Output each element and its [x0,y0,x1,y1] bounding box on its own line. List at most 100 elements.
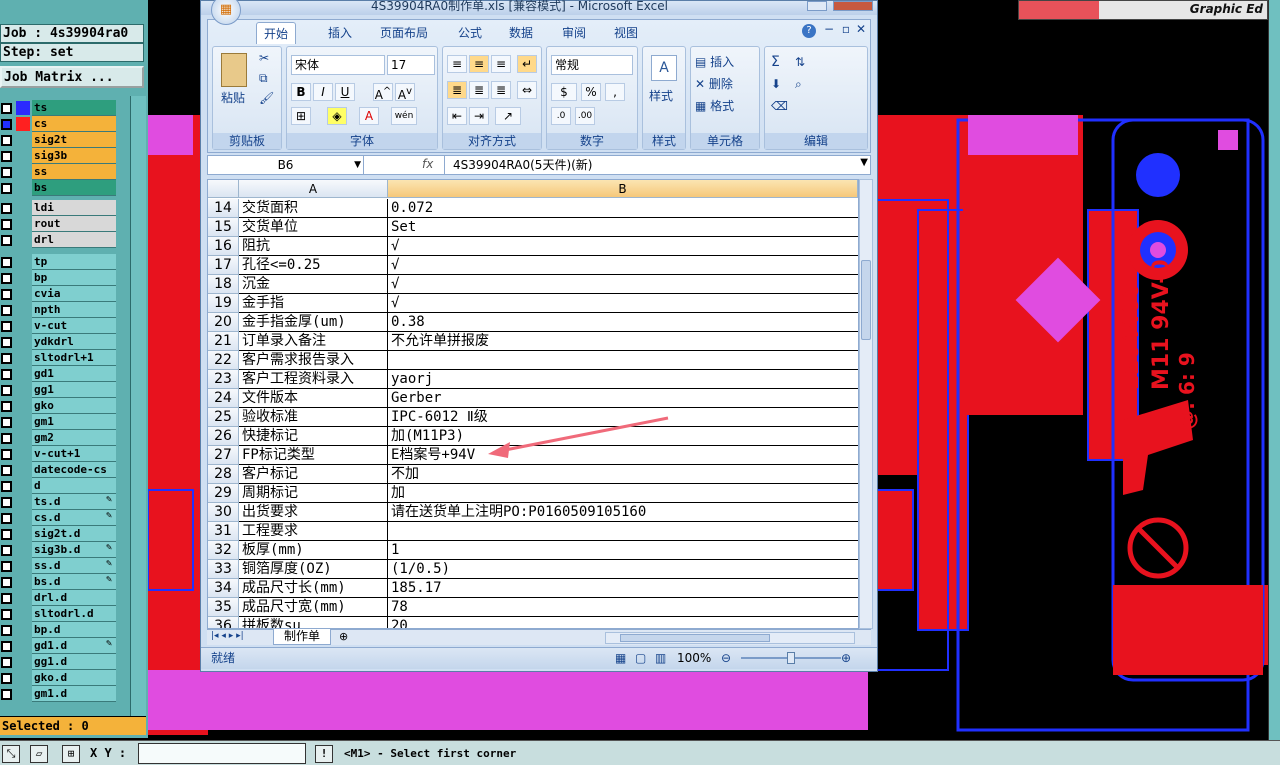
layer-checkbox[interactable] [1,625,12,636]
layer-color-swatch[interactable] [16,149,30,163]
cell-a[interactable]: 周期标记 [239,484,388,503]
cell-a[interactable]: 客户工程资料录入 [239,370,388,389]
percent-icon[interactable]: % [581,83,601,101]
layer-color-swatch[interactable] [16,399,30,413]
ribbon-close-icon[interactable]: ✕ [856,22,866,36]
layer-color-swatch[interactable] [16,607,30,621]
row-number[interactable]: 15 [208,218,239,237]
find-select-icon[interactable]: ⌕ [795,75,802,93]
row-number[interactable]: 18 [208,275,239,294]
ribbon-tab[interactable]: 视图 [604,22,648,44]
cell-b[interactable]: (1/0.5) [388,560,858,579]
layer-row-sltodrl-1[interactable]: sltodrl+1 [0,350,146,366]
layer-row-ss[interactable]: ss [0,164,146,180]
row-number[interactable]: 14 [208,199,239,218]
layer-row-rout[interactable]: rout [0,216,146,232]
layer-color-swatch[interactable] [16,639,30,653]
layer-checkbox[interactable] [1,481,12,492]
cell-b[interactable]: 不加 [388,465,858,484]
ribbon-tab[interactable]: 审阅 [552,22,596,44]
number-format-combo[interactable]: 常规 [551,55,633,75]
normal-view-icon[interactable]: ▦ [615,648,626,668]
grid-tool-icon[interactable]: ⊞ [62,745,80,763]
cell-a[interactable]: 交货面积 [239,199,388,218]
minimize-button[interactable] [807,1,827,11]
fx-icon[interactable]: fx [422,157,433,171]
cell-b[interactable]: 0.072 [388,199,858,218]
row-number[interactable]: 16 [208,237,239,256]
zoom-slider[interactable] [741,652,841,664]
layer-color-swatch[interactable] [16,319,30,333]
cell-b[interactable]: 1 [388,541,858,560]
cell-a[interactable]: 交货单位 [239,218,388,237]
sort-filter-icon[interactable]: ⇅ [795,53,805,71]
select-all-corner[interactable] [208,180,239,198]
layer-checkbox[interactable] [1,657,12,668]
row-number[interactable]: 17 [208,256,239,275]
layer-row-gd1-d[interactable]: gd1.d ✎ [0,638,146,654]
layer-row-gm1-d[interactable]: gm1.d [0,686,146,702]
ribbon-tab[interactable]: 插入 [318,22,362,44]
job-matrix-button[interactable]: Job Matrix ... [0,66,144,88]
help-icon[interactable]: ? [802,24,816,38]
layer-checkbox[interactable] [1,609,12,620]
layer-checkbox[interactable] [1,273,12,284]
align-center-icon[interactable]: ≣ [469,81,489,99]
cell-b[interactable]: Gerber [388,389,858,408]
zoom-level[interactable]: 100% [677,648,711,668]
layer-list-scrollbar[interactable] [130,96,146,716]
layer-row-gd1[interactable]: gd1 [0,366,146,382]
layer-checkbox[interactable] [1,449,12,460]
format-painter-icon[interactable]: 🖌 [259,89,274,107]
layer-row-npth[interactable]: npth [0,302,146,318]
cell-b[interactable]: Set [388,218,858,237]
layer-color-swatch[interactable] [16,117,30,131]
cell-b[interactable]: 20 [388,617,858,628]
cell-a[interactable]: 出货要求 [239,503,388,522]
fill-icon[interactable]: ⬇ [771,75,781,93]
row-number[interactable]: 24 [208,389,239,408]
cell-b[interactable]: √ [388,237,858,256]
cell-b[interactable]: 不允许单拼报废 [388,332,858,351]
cell-b[interactable]: 78 [388,598,858,617]
layer-checkbox[interactable] [1,203,12,214]
layer-color-swatch[interactable] [16,335,30,349]
sheet-scroll-thumb[interactable] [861,260,871,340]
cell-b[interactable]: √ [388,256,858,275]
row-number[interactable]: 27 [208,446,239,465]
clear-icon[interactable]: ⌫ [771,97,788,115]
layer-row-ldi[interactable]: ldi [0,200,146,216]
cell-b[interactable]: 0.38 [388,313,858,332]
layer-row-ss-d[interactable]: ss.d ✎ [0,558,146,574]
decrease-decimal-icon[interactable]: .00 [575,107,595,125]
cell-a[interactable]: 阻抗 [239,237,388,256]
row-number[interactable]: 19 [208,294,239,313]
layer-color-swatch[interactable] [16,447,30,461]
insert-sheet-icon[interactable]: ⊕ [339,630,348,643]
layer-color-swatch[interactable] [16,383,30,397]
measure-tool-icon[interactable]: ▱ [30,745,48,763]
layer-color-swatch[interactable] [16,559,30,573]
copy-icon[interactable]: ⧉ [259,69,268,87]
row-number[interactable]: 36 [208,617,239,628]
layer-checkbox[interactable] [1,103,12,114]
row-number[interactable]: 34 [208,579,239,598]
styles-icon[interactable]: A [651,55,677,81]
layer-row-v-cut[interactable]: v-cut [0,318,146,334]
row-number[interactable]: 31 [208,522,239,541]
formula-input[interactable]: 4S39904RA0(5天件)(新) [444,156,854,174]
layer-checkbox[interactable] [1,401,12,412]
layer-checkbox[interactable] [1,305,12,316]
layer-checkbox[interactable] [1,497,12,508]
phonetic-icon[interactable]: wén [391,107,417,125]
ribbon-tab[interactable]: 数据 [498,22,544,44]
layer-color-swatch[interactable] [16,101,30,115]
layer-color-swatch[interactable] [16,623,30,637]
layer-color-swatch[interactable] [16,463,30,477]
layer-color-swatch[interactable] [16,671,30,685]
cell-a[interactable]: 拼板数su [239,617,388,628]
layer-row-gg1[interactable]: gg1 [0,382,146,398]
excel-window[interactable]: ▦ 4S39904RA0制作单.xls [兼容模式] - Microsoft E… [200,0,878,672]
layer-checkbox[interactable] [1,321,12,332]
layer-color-swatch[interactable] [16,415,30,429]
